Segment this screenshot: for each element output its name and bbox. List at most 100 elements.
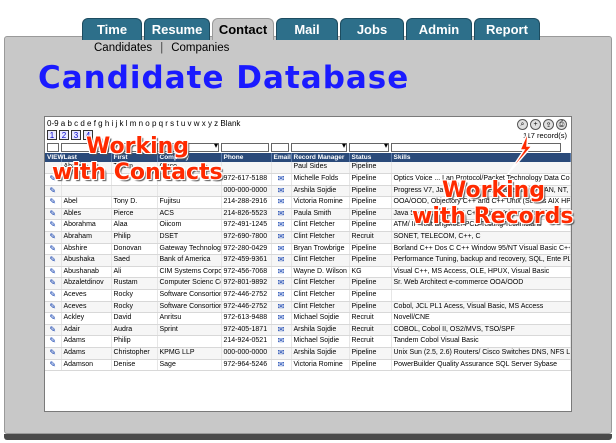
cell-email[interactable]: ✉ <box>271 301 292 314</box>
table-row[interactable]: ✎ Ackley David Anritsu 972-613-9488 ✉ Michael … <box>45 312 571 325</box>
table-row[interactable]: ✎ Aceves Rocky Software Consortion 972-446-2… <box>45 289 571 302</box>
sub-nav: Candidates | Companies <box>94 40 229 55</box>
cell-manager: Clint Fletcher <box>291 301 350 314</box>
cell-company: ACS <box>157 208 222 221</box>
col-email[interactable]: Email <box>271 153 292 162</box>
cell-last: Aceves <box>61 289 112 302</box>
cell-manager: Paul Sides <box>291 162 350 175</box>
cell-view[interactable]: ✎ <box>45 347 62 360</box>
cell-status: Pipeline <box>349 289 392 302</box>
cell-view[interactable]: ✎ <box>45 335 62 348</box>
cell-manager: Clint Fletcher <box>291 231 350 244</box>
cell-email[interactable]: ✉ <box>271 231 292 244</box>
cell-email[interactable]: ✉ <box>271 208 292 221</box>
filter-phone[interactable] <box>221 142 269 152</box>
cell-email[interactable]: ✉ <box>271 289 292 302</box>
cell-view[interactable]: ✎ <box>45 243 62 256</box>
table-row[interactable]: ✎ Adamson Denise Sage 972-964-5246 ✉ Victoria … <box>45 359 571 372</box>
cell-view[interactable]: ✎ <box>45 219 62 233</box>
cell-first <box>111 185 158 198</box>
cell-last: Abushaka <box>61 254 112 267</box>
cell-company: Bank of America <box>157 254 222 267</box>
cell-status: Pipeline <box>349 173 392 186</box>
cell-view[interactable]: ✎ <box>45 266 62 279</box>
cell-email[interactable]: ✉ <box>271 335 292 348</box>
cell-last: Aceves <box>61 301 112 314</box>
cell-last: Abzaletdinov <box>61 277 112 291</box>
table-row[interactable]: ✎ Adams Philip 214-924-0521 ✉ Michael Sojdie R… <box>45 335 571 348</box>
cell-view[interactable]: ✎ <box>45 254 62 267</box>
filter-manager[interactable] <box>291 141 347 152</box>
filter-status[interactable] <box>349 141 389 152</box>
cell-email[interactable]: ✉ <box>271 243 292 256</box>
subtab-companies[interactable]: Companies <box>171 42 229 54</box>
cell-company: Gateway Technologies, Inc <box>157 243 222 256</box>
table-row[interactable]: ✎AbshireDonovanGateway Technologies, Inc… <box>45 243 571 256</box>
alphabet-links[interactable]: 0-9 a b c d e f g h i j k l m n o p q r … <box>47 119 240 128</box>
cell-last: Abraham <box>61 231 112 244</box>
cell-view[interactable]: ✎ <box>45 196 62 209</box>
tab-mail[interactable]: Mail <box>276 18 338 40</box>
tab-report[interactable]: Report <box>474 18 540 40</box>
cell-email[interactable]: ✉ <box>271 359 292 372</box>
cell-email[interactable]: ✉ <box>271 347 292 360</box>
table-row[interactable]: ✎ Adair Audra Sprint 972-405-1871 ✉ Arshila So… <box>45 324 571 337</box>
cell-status: Pipeline <box>349 277 392 291</box>
cell-email[interactable]: ✉ <box>271 266 292 279</box>
tab-time[interactable]: Time <box>82 18 142 40</box>
cell-company: Sprint <box>157 324 222 337</box>
table-row[interactable]: ✎AbushanabAliCIM Systems Corporation972-… <box>45 266 571 279</box>
cell-phone: 972-613-9488 <box>221 312 272 325</box>
cell-email[interactable]: ✉ <box>271 219 292 233</box>
cell-view[interactable]: ✎ <box>45 208 62 221</box>
tab-contact[interactable]: Contact <box>212 18 274 40</box>
cell-manager: Arshila Sojdie <box>291 185 350 198</box>
cell-skills: PowerBuilder Quality Assurance SQL Serve… <box>391 359 571 372</box>
cell-status: Recruit <box>349 312 392 325</box>
cell-email[interactable]: ✉ <box>271 254 292 267</box>
cell-email[interactable]: ✉ <box>271 277 292 291</box>
cell-view[interactable]: ✎ <box>45 289 62 302</box>
cell-view[interactable]: ✎ <box>45 324 62 337</box>
cell-manager: Clint Fletcher <box>291 289 350 302</box>
cell-view[interactable]: ✎ <box>45 301 62 314</box>
cell-email[interactable]: ✉ <box>271 324 292 337</box>
subtab-candidates[interactable]: Candidates <box>94 42 152 54</box>
cell-view[interactable]: ✎ <box>45 185 62 198</box>
cell-skills: COBOL, Cobol II, OS2/MVS, TSO/SPF <box>391 324 571 337</box>
cell-first: Saed <box>111 254 158 267</box>
cell-view[interactable]: ✎ <box>45 312 62 325</box>
tab-admin[interactable]: Admin <box>406 18 472 40</box>
cell-view[interactable]: ✎ <box>45 277 62 291</box>
cell-last: Adams <box>61 335 112 348</box>
col-record-manager[interactable]: Record Manager <box>291 153 350 162</box>
tab-resume[interactable]: Resume <box>144 18 210 40</box>
tab-jobs[interactable]: Jobs <box>340 18 404 40</box>
filter-email[interactable] <box>271 142 289 152</box>
cell-status: Pipeline <box>349 196 392 209</box>
col-status[interactable]: Status <box>349 153 392 162</box>
col-skills[interactable]: Skills <box>391 153 571 162</box>
cell-email[interactable]: ✉ <box>271 312 292 325</box>
cell-email[interactable]: ✉ <box>271 173 292 186</box>
table-row[interactable]: ✎ Abraham Philip DSET 972-690-7800 ✉ Clint Fle… <box>45 231 571 244</box>
cell-first: David <box>111 312 158 325</box>
table-row[interactable]: ✎ Aceves Rocky Software Consortion 972-446-2… <box>45 301 571 314</box>
cell-last: Abel <box>61 196 112 209</box>
export-icon[interactable]: ⇪ <box>543 119 554 130</box>
table-row[interactable]: ✎ Abushaka Saed Bank of America 972-459-9361… <box>45 254 571 267</box>
cell-first: Rustam <box>111 277 158 291</box>
col-phone[interactable]: Phone <box>221 153 272 162</box>
cell-email[interactable]: ✉ <box>271 185 292 198</box>
cell-view[interactable]: ✎ <box>45 359 62 372</box>
cell-view[interactable]: ✎ <box>45 231 62 244</box>
table-row[interactable]: ✎AbzaletdinovRustamComputer Scienc Corpo… <box>45 277 571 291</box>
table-row[interactable]: ✎ Adams Christopher KPMG LLP 000-000-0000 ✉ Ar… <box>45 347 571 360</box>
cell-company: KPMG LLP <box>157 347 222 360</box>
cell-email[interactable] <box>271 162 292 175</box>
cell-phone: 214-288-2916 <box>221 196 272 209</box>
bottom-bar <box>4 434 612 440</box>
cell-company: Anritsu <box>157 312 222 325</box>
print-icon[interactable]: ⎙ <box>556 119 567 130</box>
cell-email[interactable]: ✉ <box>271 196 292 209</box>
